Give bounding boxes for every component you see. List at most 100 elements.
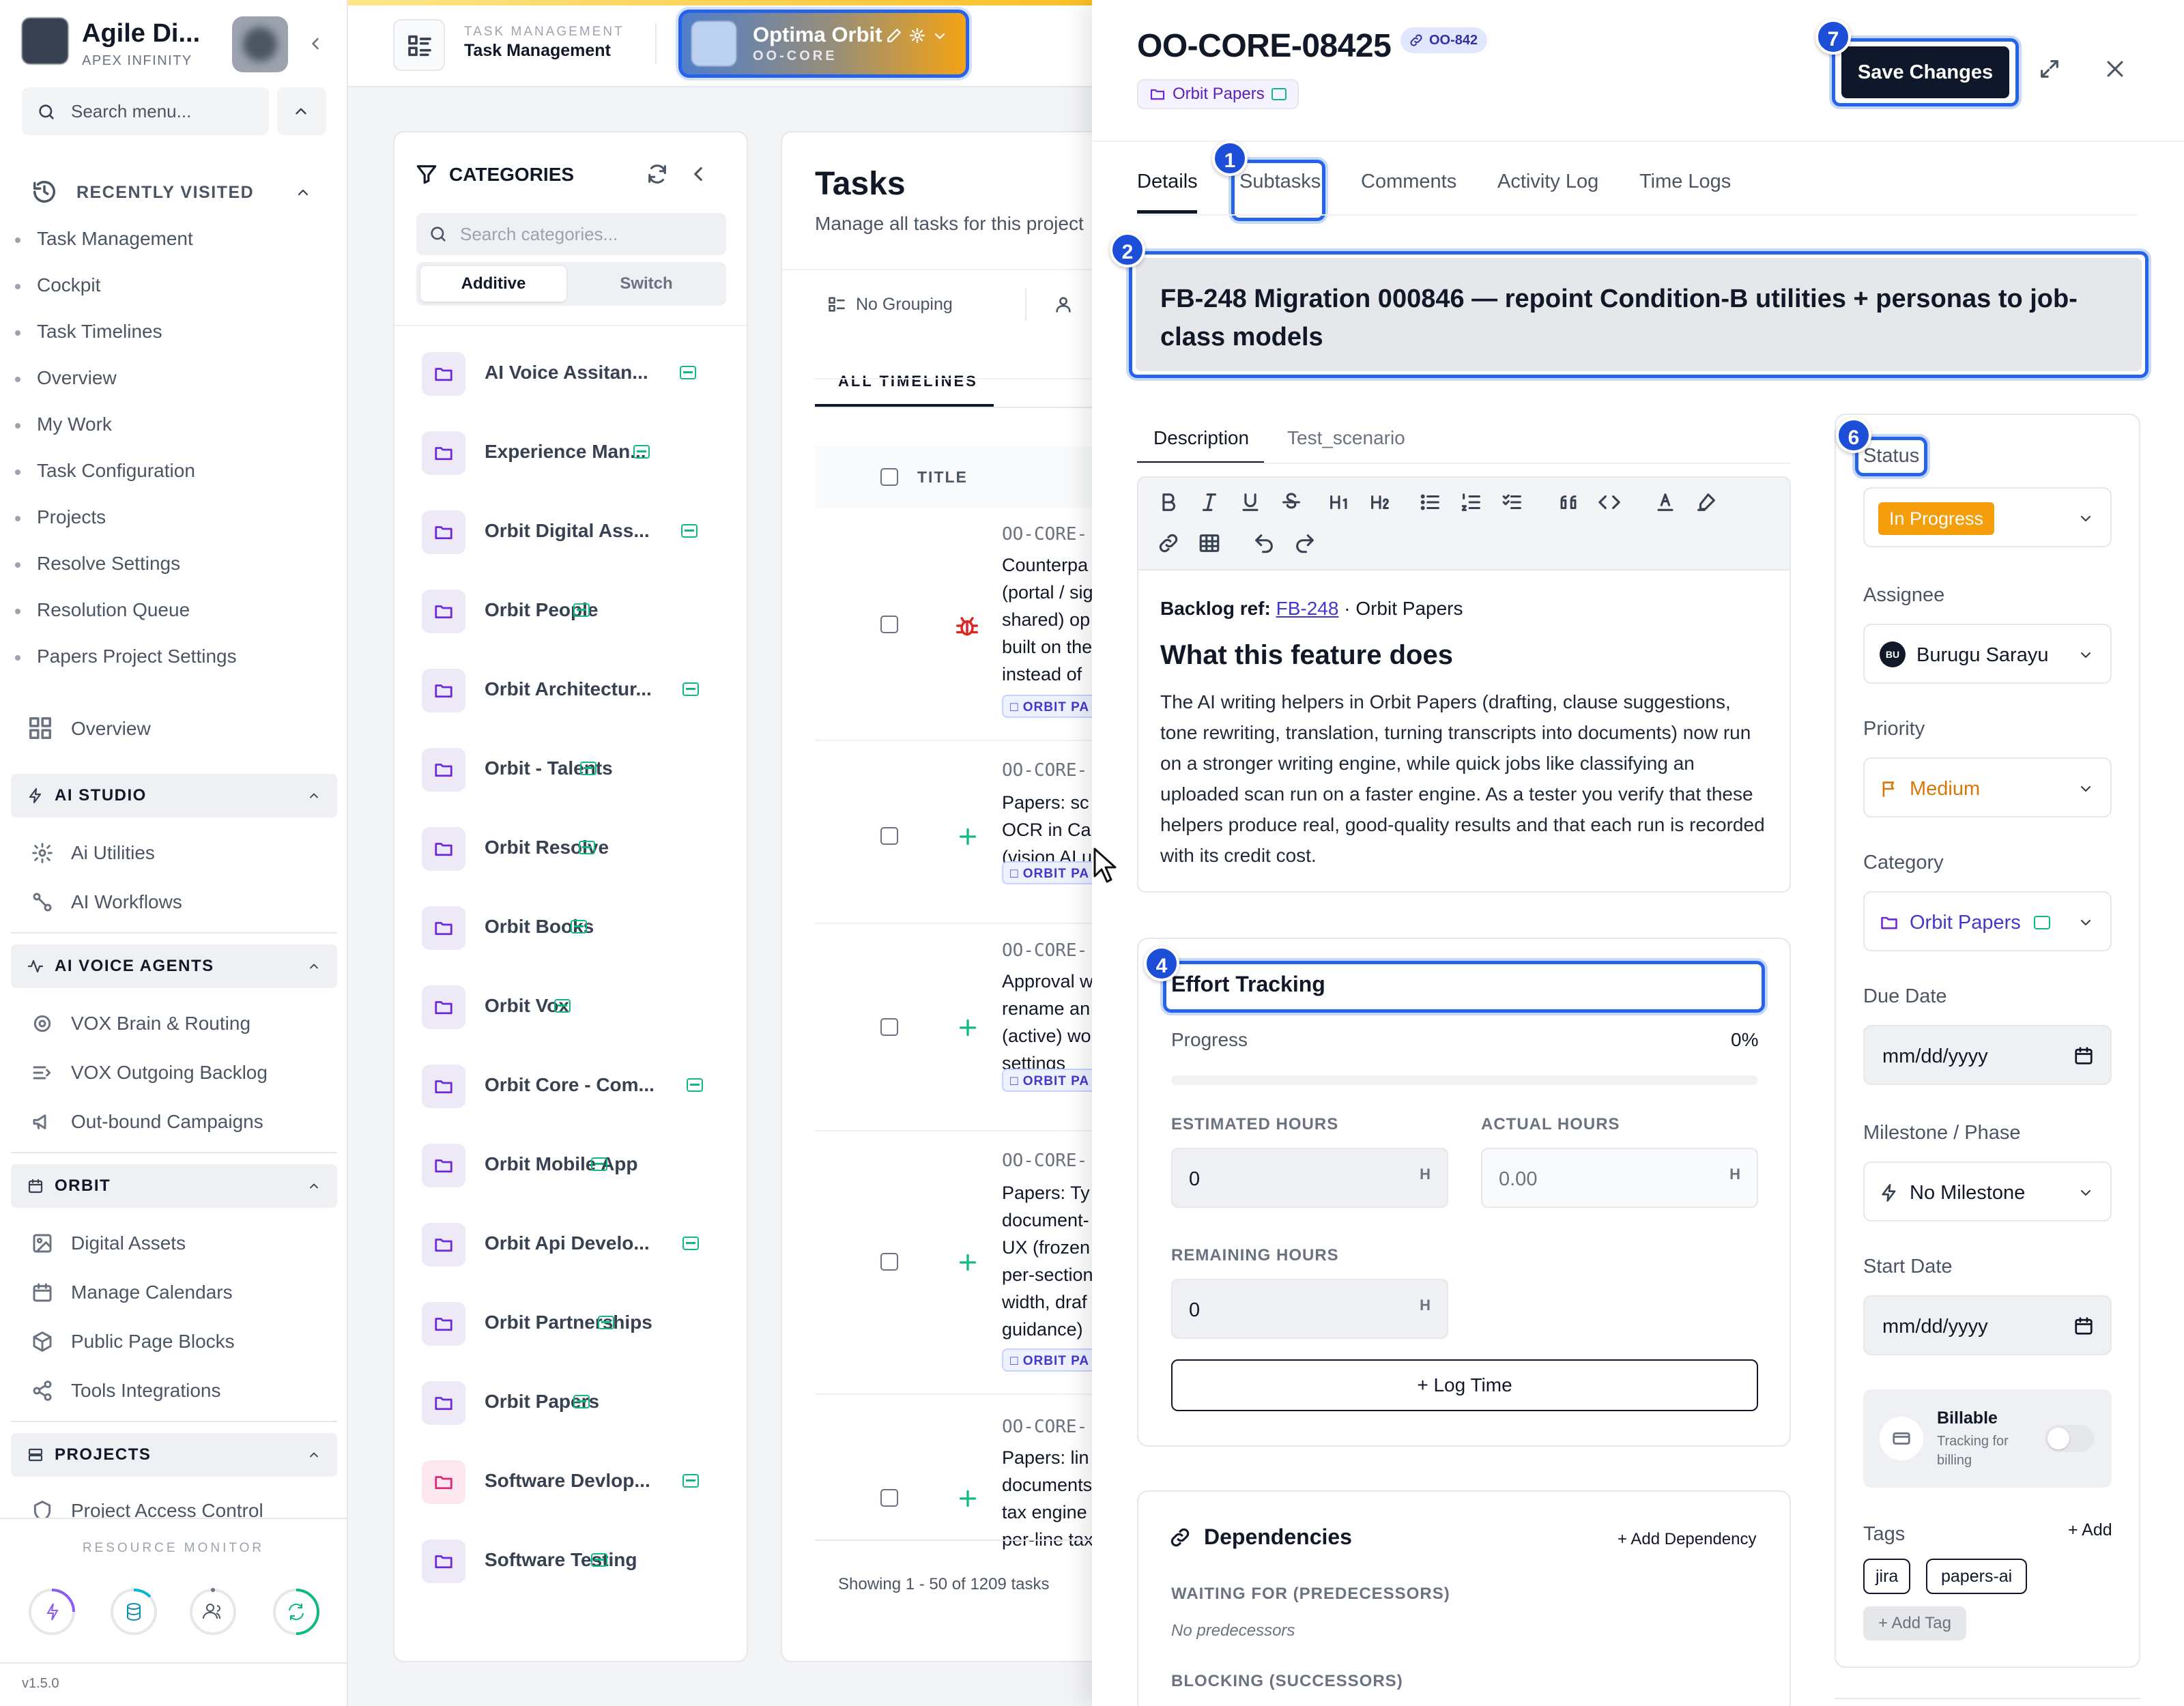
- user-filter-icon[interactable]: [1054, 295, 1073, 314]
- plus-icon[interactable]: [956, 824, 980, 849]
- task-id[interactable]: OO-CORE-: [1002, 524, 1087, 545]
- recent-item[interactable]: Papers Project Settings: [15, 646, 237, 667]
- task-id[interactable]: OO-CORE-: [1002, 1417, 1087, 1437]
- collapse-categories-icon[interactable]: [687, 162, 710, 186]
- category-search-input[interactable]: Search categories...: [416, 213, 726, 255]
- sidebar-item-digital-assets[interactable]: Digital Assets: [71, 1232, 186, 1254]
- collapse-sidebar-icon[interactable]: [306, 34, 325, 53]
- recent-item[interactable]: Task Management: [15, 228, 193, 250]
- plus-icon[interactable]: [956, 1015, 980, 1040]
- highlighter-icon[interactable]: [1693, 489, 1720, 516]
- recent-item[interactable]: My Work: [15, 414, 112, 435]
- recent-item[interactable]: Task Timelines: [15, 321, 162, 343]
- task-management-icon[interactable]: [393, 19, 445, 71]
- category-item[interactable]: Orbit Core - Com...: [422, 1062, 722, 1110]
- search-menu-field[interactable]: Search menu...: [22, 87, 269, 135]
- text-color-icon[interactable]: [1652, 489, 1679, 516]
- sidebar-item-public-page-blocks[interactable]: Public Page Blocks: [71, 1331, 235, 1353]
- sidebar-item-outbound-campaigns[interactable]: Out-bound Campaigns: [71, 1111, 263, 1133]
- recently-visited-title[interactable]: RECENTLY VISITED: [76, 183, 254, 203]
- underline-icon[interactable]: [1237, 489, 1264, 516]
- category-item[interactable]: Orbit Resolve: [422, 824, 722, 872]
- row-checkbox[interactable]: [880, 1489, 898, 1507]
- plus-icon[interactable]: [956, 1250, 980, 1275]
- sidebar-item-overview[interactable]: Overview: [71, 718, 151, 740]
- task-title[interactable]: Counterpa (portal / sig shared) op built…: [1002, 551, 1100, 688]
- task-id[interactable]: OO-CORE-: [1002, 1151, 1087, 1171]
- code-icon[interactable]: [1596, 489, 1623, 516]
- category-item[interactable]: Orbit - Talents: [422, 745, 722, 793]
- category-item[interactable]: Orbit Digital Ass...: [422, 508, 722, 555]
- row-checkbox[interactable]: [880, 1253, 898, 1271]
- tab-test-scenario[interactable]: Test_scenario: [1287, 427, 1405, 449]
- section-ai-voice-agents[interactable]: AI VOICE AGENTS: [11, 944, 337, 988]
- task-title[interactable]: Papers: Ty document- UX (frozen per-sect…: [1002, 1179, 1100, 1343]
- status-select[interactable]: In Progress: [1863, 487, 2112, 547]
- row-checkbox[interactable]: [880, 1018, 898, 1036]
- due-date-input[interactable]: mm/dd/yyyy: [1863, 1025, 2112, 1085]
- link-icon[interactable]: [1155, 530, 1182, 557]
- users-monitor-icon[interactable]: [188, 1587, 238, 1636]
- task-list-icon[interactable]: [1499, 489, 1526, 516]
- sidebar-item-manage-calendars[interactable]: Manage Calendars: [71, 1282, 233, 1303]
- category-item[interactable]: Software Testing: [422, 1537, 722, 1585]
- expand-icon[interactable]: [2038, 57, 2061, 81]
- sidebar-item-ai-workflows[interactable]: AI Workflows: [71, 891, 182, 913]
- recent-item[interactable]: Projects: [14, 506, 106, 528]
- category-item[interactable]: Orbit Architectur...: [422, 666, 722, 714]
- mode-switch-button[interactable]: Switch: [573, 266, 719, 302]
- billable-toggle[interactable]: [2045, 1425, 2094, 1452]
- add-tag-link[interactable]: + Add: [2068, 1520, 2112, 1540]
- add-tag-button[interactable]: + Add Tag: [1863, 1606, 1966, 1640]
- database-monitor-icon[interactable]: [109, 1587, 158, 1636]
- tab-subtasks[interactable]: Subtasks: [1239, 171, 1321, 193]
- refresh-icon[interactable]: [646, 162, 669, 186]
- table-icon[interactable]: [1196, 530, 1223, 557]
- section-projects[interactable]: PROJECTS: [11, 1433, 337, 1477]
- grouping-select[interactable]: No Grouping: [856, 295, 953, 315]
- quote-icon[interactable]: [1555, 489, 1582, 516]
- add-dependency-button[interactable]: + Add Dependency: [1618, 1530, 1757, 1549]
- category-item[interactable]: AI Voice Assitan...: [422, 349, 722, 397]
- assignee-select[interactable]: BU Burugu Sarayu: [1863, 624, 2112, 684]
- row-checkbox[interactable]: [880, 827, 898, 845]
- recent-item[interactable]: Resolution Queue: [14, 599, 190, 621]
- category-item[interactable]: Experience Man...: [422, 429, 722, 476]
- category-chip[interactable]: Orbit Papers: [1137, 79, 1299, 109]
- tab-description[interactable]: Description: [1153, 427, 1249, 449]
- heading1-icon[interactable]: [1325, 489, 1353, 516]
- recent-item[interactable]: Overview: [15, 367, 117, 389]
- remaining-hours-input[interactable]: 0H: [1171, 1279, 1448, 1339]
- heading2-icon[interactable]: [1366, 489, 1394, 516]
- close-icon[interactable]: [2103, 57, 2127, 81]
- recent-collapse-icon[interactable]: [295, 184, 311, 201]
- tab-time-logs[interactable]: Time Logs: [1639, 171, 1731, 193]
- italic-icon[interactable]: [1196, 489, 1223, 516]
- user-avatar[interactable]: [232, 16, 288, 72]
- category-select[interactable]: Orbit Papers: [1863, 891, 2112, 951]
- sidebar-item-tools-integrations[interactable]: Tools Integrations: [71, 1380, 220, 1402]
- section-orbit[interactable]: ORBIT: [11, 1164, 337, 1208]
- task-title[interactable]: Approval w rename an (active) wo setting…: [1002, 968, 1100, 1077]
- chevron-down-icon[interactable]: [932, 28, 948, 44]
- sidebar-item-ai-utilities[interactable]: Ai Utilities: [71, 842, 155, 864]
- sidebar-item-vox-outgoing[interactable]: VOX Outgoing Backlog: [71, 1062, 268, 1084]
- linked-issue-badge[interactable]: OO-842: [1400, 27, 1488, 53]
- category-item[interactable]: Orbit Papers: [422, 1378, 722, 1426]
- category-item[interactable]: Orbit Api Develo...: [422, 1220, 722, 1268]
- bullet-list-icon[interactable]: [1417, 489, 1444, 516]
- cpu-monitor-icon[interactable]: [27, 1587, 76, 1636]
- category-item[interactable]: Orbit Partnerships: [422, 1299, 722, 1347]
- recent-item[interactable]: Cockpit: [14, 274, 100, 296]
- search-toggle-button[interactable]: [277, 87, 326, 135]
- tag-chip[interactable]: papers-ai: [1926, 1559, 2028, 1594]
- recent-item[interactable]: Task Configuration: [15, 460, 195, 482]
- log-time-button[interactable]: + Log Time: [1171, 1359, 1758, 1411]
- task-id[interactable]: OO-CORE-: [1002, 940, 1087, 961]
- category-item[interactable]: Orbit Mobile App: [422, 1141, 722, 1189]
- task-id[interactable]: OO-CORE-: [1002, 760, 1087, 781]
- category-item[interactable]: Orbit People: [422, 587, 722, 635]
- sidebar-item-vox-brain[interactable]: VOX Brain & Routing: [71, 1013, 250, 1035]
- sync-monitor-icon[interactable]: [272, 1587, 321, 1636]
- sidebar-item-project-access-control[interactable]: Project Access Control: [71, 1500, 263, 1518]
